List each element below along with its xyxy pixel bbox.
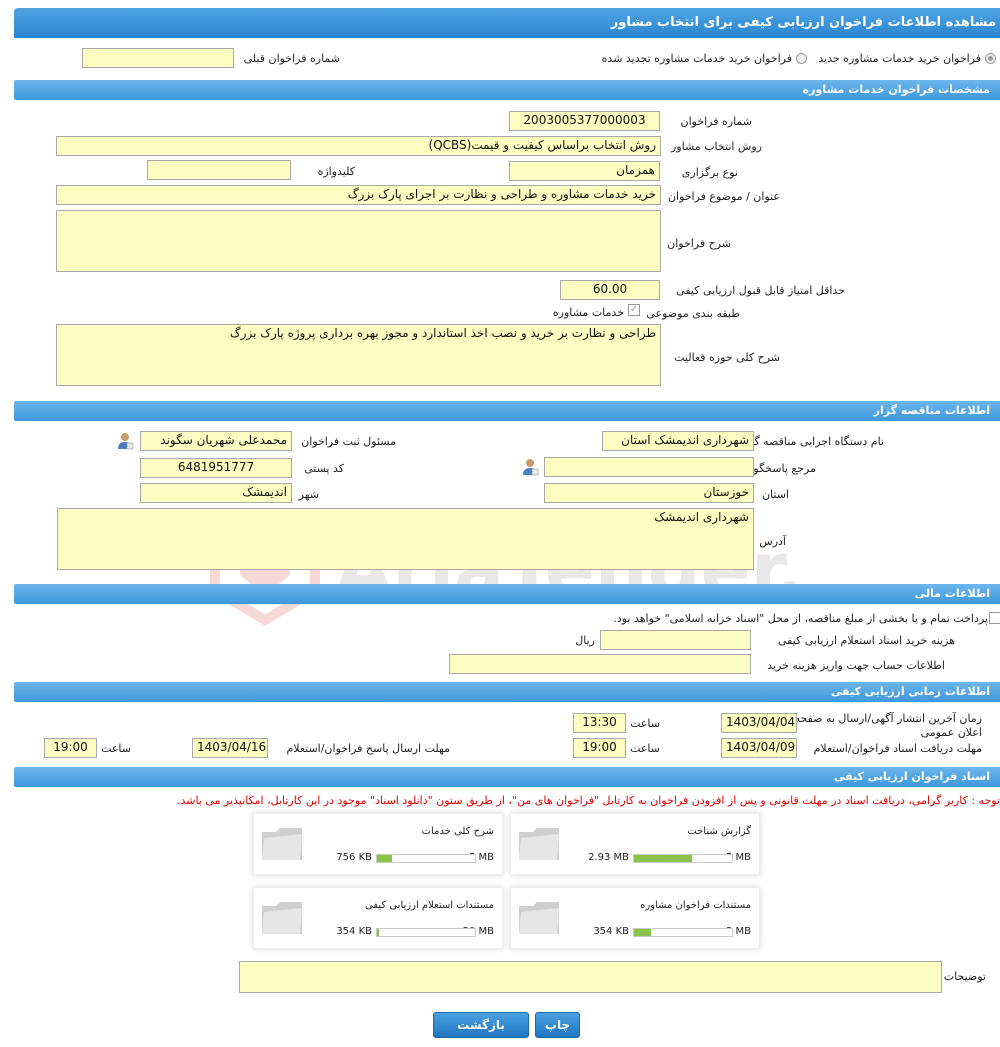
- method-field[interactable]: روش انتخاب براساس کیفیت و قیمت(QCBS): [56, 136, 661, 156]
- file-progress-fill: [634, 855, 692, 862]
- scope-field[interactable]: طراحی و نظارت بر خرید و نصب اخذ استاندار…: [56, 324, 661, 386]
- doc-cost-field[interactable]: [600, 630, 751, 650]
- radio-renewed-call-label: فراخوان خرید خدمات مشاوره تجدید شده: [601, 52, 792, 65]
- file-size: 756 KB: [336, 852, 372, 863]
- treasury-label: پرداخت تمام و یا بخشی از مبلغ مناقصه، از…: [613, 612, 988, 625]
- file-name: مستندات فراخوان مشاوره: [640, 900, 751, 911]
- description-field[interactable]: [56, 210, 661, 272]
- reply-time-field[interactable]: 19:00: [44, 738, 97, 758]
- org-field[interactable]: شهرداری اندیمشک استان: [602, 431, 754, 451]
- receive-time-label: ساعت: [630, 742, 660, 755]
- folder-icon: [519, 828, 559, 860]
- category-item-label: خدمات مشاوره: [552, 306, 624, 319]
- min-score-field[interactable]: 60.00: [560, 280, 660, 300]
- province-field[interactable]: خوزستان: [544, 483, 754, 503]
- radio-new-call-label: فراخوان خرید خدمات مشاوره جدید: [818, 52, 981, 65]
- publish-label: زمان آخرین انتشار آگهی/ارسال به صفحه اعل…: [794, 712, 982, 739]
- section-financial-header: اطلاعات مالی: [14, 584, 1000, 604]
- postal-label: کد پستی: [304, 462, 344, 475]
- file-size: 2.93 MB: [588, 852, 629, 863]
- min-score-label: حداقل امتیاز قابل قبول ارزیابی کیفی: [676, 284, 845, 297]
- section-consulting-header: مشخصات فراخوان خدمات مشاوره: [14, 80, 1000, 100]
- currency-label: ریال: [575, 634, 595, 647]
- checkbox-icon[interactable]: ✓: [628, 304, 640, 316]
- province-label: استان: [761, 488, 789, 501]
- publish-time-label: ساعت: [630, 717, 660, 730]
- user-icon[interactable]: [116, 432, 134, 450]
- receive-date-field[interactable]: 1403/04/09: [721, 738, 797, 758]
- prev-call-label: شماره فراخوان قبلی: [243, 52, 340, 65]
- section-documents-header: اسناد فراخوان ارزیابی کیفی: [14, 767, 1000, 787]
- user-icon[interactable]: [521, 458, 539, 476]
- file-card[interactable]: گزارش شناخت 5 MB 2.93 MB: [510, 813, 760, 875]
- keyword-field[interactable]: [147, 160, 291, 180]
- file-progress-fill: [377, 929, 379, 936]
- holding-type-label: نوع برگزاری: [681, 166, 738, 179]
- category-label: طبقه بندی موضوعی: [646, 307, 740, 320]
- folder-icon: [262, 902, 302, 934]
- file-progress-bar: [633, 928, 733, 937]
- page-title: مشاهده اطلاعات فراخوان ارزیابی کیفی برای…: [14, 8, 1000, 38]
- subject-label: عنوان / موضوع فراخوان: [667, 190, 780, 203]
- radio-new-call[interactable]: [985, 53, 996, 64]
- call-number-label: شماره فراخوان: [680, 115, 753, 128]
- prev-call-field[interactable]: [82, 48, 234, 68]
- scope-label: شرح کلی حوزه فعالیت: [674, 351, 780, 364]
- file-name: مستندات استعلام ارزیابی کیفی: [364, 900, 494, 911]
- folder-icon: [519, 902, 559, 934]
- receive-time-field[interactable]: 19:00: [573, 738, 626, 758]
- reply-label: مهلت ارسال پاسخ فراخوان/استعلام: [286, 742, 450, 755]
- reply-date-field[interactable]: 1403/04/16: [192, 738, 268, 758]
- postal-field[interactable]: 6481951777: [140, 458, 292, 478]
- folder-icon: [262, 828, 302, 860]
- publish-date-field[interactable]: 1403/04/04: [721, 713, 797, 733]
- file-size: 354 KB: [593, 926, 629, 937]
- file-progress-fill: [377, 855, 392, 862]
- account-label: اطلاعات حساب جهت واریز هزینه خرید: [767, 659, 945, 672]
- file-size: 354 KB: [336, 926, 372, 937]
- method-label: روش انتخاب مشاور: [671, 140, 762, 153]
- keyword-label: کلیدواژه: [317, 165, 355, 178]
- back-button[interactable]: بازگشت: [433, 1012, 529, 1038]
- file-progress-fill: [634, 929, 651, 936]
- description-label: شرح فراخوان: [667, 237, 731, 250]
- file-card[interactable]: مستندات فراخوان مشاوره 2 MB 354 KB: [510, 887, 760, 949]
- publish-time-field[interactable]: 13:30: [573, 713, 626, 733]
- treasury-checkbox[interactable]: [989, 612, 1000, 624]
- account-field[interactable]: [449, 654, 751, 674]
- section-timing-header: اطلاعات زمانی ارزیابی کیفی: [14, 682, 1000, 702]
- holding-type-field[interactable]: همزمان: [509, 161, 660, 181]
- notes-field[interactable]: [239, 961, 942, 993]
- documents-notice: توجه : کاربر گرامی، دریافت اسناد در مهلت…: [176, 794, 1000, 807]
- city-field[interactable]: اندیمشک: [140, 483, 292, 503]
- file-card[interactable]: شرح کلی خدمات 5 MB 756 KB: [253, 813, 503, 875]
- registrar-label: مسئول ثبت فراخوان: [301, 435, 396, 448]
- address-label: آدرس: [759, 535, 786, 548]
- file-progress-bar: [376, 854, 476, 863]
- responder-field[interactable]: [544, 457, 754, 477]
- org-label: نام دستگاه اجرایی مناقصه گزار: [740, 435, 884, 448]
- doc-cost-label: هزینه خرید اسناد استعلام ارزیابی کیفی: [777, 634, 955, 647]
- file-card[interactable]: مستندات استعلام ارزیابی کیفی 20 MB 354 K…: [253, 887, 503, 949]
- file-name: گزارش شناخت: [687, 826, 751, 837]
- subject-field[interactable]: خرید خدمات مشاوره و طراحی و نظارت بر اجر…: [56, 185, 661, 205]
- radio-renewed-call[interactable]: [796, 53, 807, 64]
- file-progress-bar: [376, 928, 476, 937]
- address-field[interactable]: شهرداری اندیمشک: [57, 508, 754, 570]
- call-number-field[interactable]: 2003005377000003: [509, 111, 660, 131]
- city-label: شهر: [298, 488, 319, 501]
- file-name: شرح کلی خدمات: [421, 826, 494, 837]
- notes-label: توضیحات: [943, 970, 986, 983]
- section-tenderer-header: اطلاعات مناقصه گزار: [14, 401, 1000, 421]
- file-progress-bar: [633, 854, 733, 863]
- registrar-field[interactable]: محمدعلی شهریان سگوند: [140, 431, 292, 451]
- print-button[interactable]: چاپ: [535, 1012, 580, 1038]
- reply-time-label: ساعت: [101, 742, 131, 755]
- receive-label: مهلت دریافت اسناد فراخوان/استعلام: [813, 742, 982, 755]
